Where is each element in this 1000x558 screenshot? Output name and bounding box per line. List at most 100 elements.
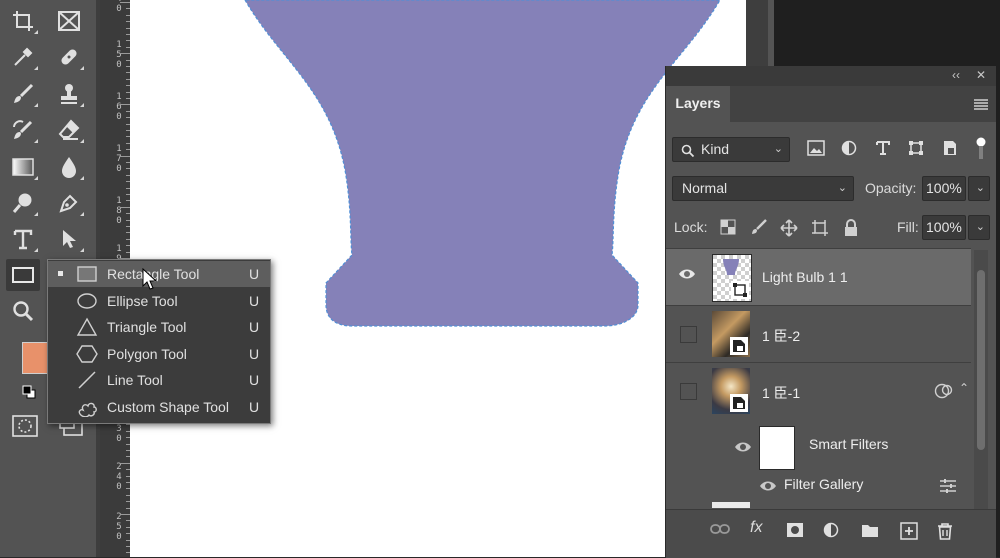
shortcut-key: U <box>249 346 260 362</box>
opacity-input[interactable]: 100% <box>922 176 966 201</box>
dodge-tool[interactable] <box>6 187 40 219</box>
filter-kind-label: Kind <box>701 141 730 157</box>
rectangle-tool[interactable] <box>6 259 40 291</box>
crop-tool[interactable] <box>6 5 40 37</box>
eye-icon[interactable] <box>759 479 777 498</box>
ruler-tick <box>120 207 130 208</box>
pen-tool[interactable] <box>52 187 86 219</box>
ruler-tick <box>120 463 130 464</box>
shortcut-key: U <box>249 293 260 309</box>
filter-gallery-row[interactable]: Filter Gallery <box>666 471 971 499</box>
close-panel-button[interactable]: ✕ <box>976 68 986 82</box>
layer-row-1[interactable]: 1 ⾂-1 ⌃ <box>666 362 971 419</box>
flyout-custom-shape-tool[interactable]: Custom Shape Tool U <box>48 394 270 420</box>
panel-tab-strip: Layers <box>666 86 996 122</box>
history-brush-tool[interactable] <box>6 114 40 146</box>
new-group-folder-icon[interactable] <box>861 522 879 543</box>
collapse-chevron-icon[interactable]: ⌃ <box>959 381 969 395</box>
new-layer-icon[interactable] <box>900 522 918 545</box>
scrollbar-thumb[interactable] <box>977 270 985 450</box>
flyout-polygon-tool[interactable]: Polygon Tool U <box>48 341 270 367</box>
link-layers-icon[interactable] <box>710 522 730 541</box>
healing-brush-tool[interactable] <box>52 41 86 73</box>
filter-toggle-icon[interactable] <box>976 136 986 165</box>
type-filter-icon[interactable] <box>875 140 891 161</box>
search-icon <box>681 142 695 165</box>
shape-layer-badge-icon <box>731 281 749 304</box>
lock-transparent-icon[interactable] <box>720 219 736 240</box>
delete-layer-trash-icon[interactable] <box>936 522 954 545</box>
foreground-color-swatch[interactable] <box>22 342 50 374</box>
blend-mode-value: Normal <box>682 180 728 196</box>
frame-icon <box>57 9 81 33</box>
adjustment-filter-icon[interactable] <box>841 140 857 161</box>
type-tool[interactable] <box>6 223 40 255</box>
adjustment-layer-icon[interactable] <box>823 522 841 545</box>
blur-icon <box>57 155 81 179</box>
path-selection-tool[interactable] <box>52 223 86 255</box>
brush-icon <box>11 82 35 106</box>
layer-row-light-bulb[interactable]: Light Bulb 1 1 <box>666 248 971 305</box>
clone-stamp-tool[interactable] <box>52 78 86 110</box>
smart-object-badge-icon <box>730 394 748 417</box>
zoom-tool[interactable] <box>6 295 40 327</box>
eye-icon[interactable] <box>678 267 696 286</box>
layer-name: 1 ⾂-2 <box>762 328 801 344</box>
smart-filters-indicator-icon[interactable] <box>934 383 954 404</box>
frame-tool[interactable] <box>52 5 86 37</box>
ruler-label: 1 8 0 <box>116 196 122 226</box>
brush-tool[interactable] <box>6 78 40 110</box>
lock-position-icon[interactable] <box>780 219 798 242</box>
gradient-tool[interactable] <box>6 151 40 183</box>
ruler-tick <box>120 156 130 157</box>
shortcut-key: U <box>249 399 260 415</box>
layer-thumbnail <box>712 311 750 357</box>
fill-dropdown[interactable]: ⌄ <box>968 215 990 240</box>
visibility-toggle[interactable] <box>680 326 697 343</box>
smart-object-filter-icon[interactable] <box>942 140 958 161</box>
selected-bullet <box>58 271 63 276</box>
blend-mode-select[interactable]: Normal ⌄ <box>672 176 854 201</box>
layers-panel: ‹‹ ✕ Layers Kind ⌄ Normal ⌄ Opacity: 100… <box>665 66 996 558</box>
visibility-toggle[interactable] <box>680 383 697 400</box>
image-filter-icon[interactable] <box>807 140 825 161</box>
layers-scrollbar[interactable] <box>974 250 988 512</box>
smart-filters-row[interactable]: Smart Filters <box>666 420 971 472</box>
eraser-tool[interactable] <box>52 114 86 146</box>
lock-pixels-icon[interactable] <box>751 219 767 240</box>
lock-artboard-icon[interactable] <box>811 219 829 242</box>
quick-mask-icon[interactable] <box>12 415 38 442</box>
chevron-down-icon: ⌄ <box>975 221 985 233</box>
filter-gallery-label: Filter Gallery <box>784 476 864 492</box>
flyout-rectangle-tool[interactable]: Rectangle Tool U <box>48 261 270 287</box>
default-colors-icon[interactable] <box>22 385 36 404</box>
panel-menu-icon[interactable] <box>974 98 988 116</box>
layer-name: 1 ⾂-1 <box>762 385 801 401</box>
blur-tool[interactable] <box>52 151 86 183</box>
layer-row-2[interactable]: 1 ⾂-2 <box>666 305 971 362</box>
ruler-tick <box>120 514 130 515</box>
blending-options-icon[interactable] <box>939 479 957 498</box>
flyout-ellipse-tool[interactable]: Ellipse Tool U <box>48 288 270 314</box>
opacity-label: Opacity: <box>865 180 917 196</box>
add-mask-icon[interactable] <box>786 522 804 543</box>
pen-icon <box>57 191 81 215</box>
flyout-line-tool[interactable]: Line Tool U <box>48 367 270 393</box>
tab-layers[interactable]: Layers <box>666 86 730 122</box>
fill-input[interactable]: 100% <box>922 215 966 240</box>
fill-value: 100% <box>926 219 962 235</box>
shape-filter-icon[interactable] <box>908 140 924 161</box>
clone-stamp-icon <box>57 82 81 106</box>
chevron-down-icon: ⌄ <box>773 143 783 155</box>
lock-all-icon[interactable] <box>843 219 859 242</box>
healing-brush-icon <box>57 45 81 69</box>
ruler-tick <box>120 53 130 54</box>
layer-style-fx-icon[interactable]: fx <box>750 519 762 537</box>
collapse-panel-button[interactable]: ‹‹ <box>952 68 960 82</box>
filter-mask-thumbnail[interactable] <box>759 426 795 470</box>
flyout-triangle-tool[interactable]: Triangle Tool U <box>48 314 270 340</box>
eyedropper-tool[interactable] <box>6 41 40 73</box>
layer-filter-select[interactable]: Kind ⌄ <box>672 137 790 162</box>
eye-icon[interactable] <box>734 440 752 459</box>
opacity-dropdown[interactable]: ⌄ <box>968 176 990 201</box>
